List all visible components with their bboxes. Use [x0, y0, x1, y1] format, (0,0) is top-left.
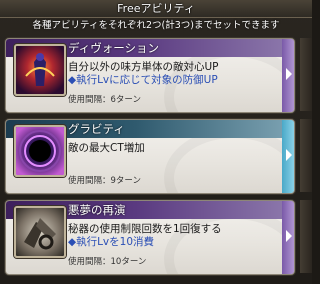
gravity-icon: [14, 125, 66, 177]
ability-effect: 秘器の使用制限回数を1回復する: [68, 223, 222, 235]
panel-edge: [300, 119, 312, 192]
select-tab[interactable]: [282, 120, 294, 193]
ability-effect: 敵の最大CT増加: [68, 142, 145, 154]
ability-description: 秘器の使用制限回数を1回復する ◆執行Lvを10消費: [68, 223, 286, 249]
ability-effect: 自分以外の味方単体の敵対心UP: [68, 61, 219, 73]
ability-description: 敵の最大CT増加: [68, 142, 286, 155]
arrow-right-icon: [286, 230, 292, 242]
ability-description: 自分以外の味方単体の敵対心UP ◆執行Lvに応じて対象の防御UP: [68, 61, 286, 87]
ability-note: ◆執行Lvに応じて対象の防御UP: [68, 74, 218, 86]
arrow-right-icon: [286, 68, 292, 80]
ability-cooldown: 使用間隔：6ターン: [68, 95, 141, 105]
ability-card-devotion[interactable]: ディヴォーション 自分以外の味方単体の敵対心UP ◆執行Lvに応じて対象の防御U…: [5, 38, 295, 113]
ability-cooldown: 使用間隔：9ターン: [68, 176, 141, 186]
devotion-icon: [14, 44, 66, 96]
select-tab[interactable]: [282, 201, 294, 274]
arrow-right-icon: [286, 149, 292, 161]
panel-subtitle: 各種アビリティをそれぞれ2つ(計3つ)までセットできます: [32, 20, 280, 31]
ability-card-nightmare[interactable]: 悪夢の再演 秘器の使用制限回数を1回復する ◆執行Lvを10消費 使用間隔：10…: [5, 200, 295, 275]
nightmare-reprise-icon: [14, 206, 66, 258]
ability-note: ◆執行Lvを10消費: [68, 236, 154, 248]
panel-edge: [300, 200, 312, 273]
select-tab[interactable]: [282, 39, 294, 112]
panel-edge: [300, 38, 312, 111]
ability-card-gravity[interactable]: グラビティ 敵の最大CT増加 使用間隔：9ターン: [5, 119, 295, 194]
ability-cooldown: 使用間隔：10ターン: [68, 257, 147, 267]
panel-title: Freeアビリティ: [0, 0, 312, 18]
